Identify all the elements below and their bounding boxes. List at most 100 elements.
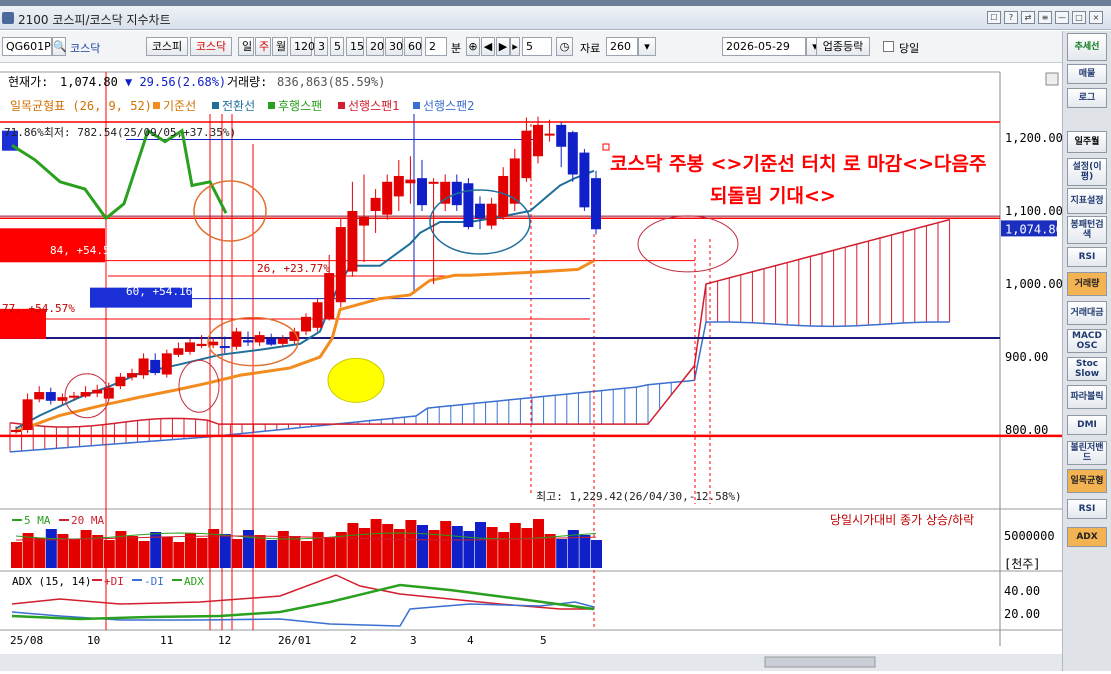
candle-body [69, 395, 79, 398]
volume-bar [509, 523, 521, 568]
horizontal-scrollbar[interactable] [0, 654, 1062, 671]
volume-bar [11, 542, 22, 568]
macd-button[interactable]: MACD OSC [1067, 329, 1107, 353]
box-60-label: 60, +54.16% [126, 285, 199, 298]
chart-svg[interactable]: 현재가: 1,074.80 ▼ 29.56(2.68%) 거래량: 836,86… [0, 64, 1063, 671]
time-label-1: 10 [87, 634, 100, 647]
parabolic-button[interactable]: 파라볼릭 [1067, 385, 1107, 409]
title-bar: 2100 코스피/코스닥 지수차트 ☐ ? ⇄ ≡ — □ × [0, 6, 1111, 30]
chart-window: 2100 코스피/코스닥 지수차트 ☐ ? ⇄ ≡ — □ × QG601P 🔍… [0, 0, 1111, 671]
same-day-checkbox[interactable] [883, 41, 894, 52]
adx-button[interactable]: ADX [1067, 527, 1107, 547]
period-60-button[interactable]: 60 [404, 37, 422, 56]
link-icon[interactable]: ⇄ [1021, 11, 1035, 24]
next-icon[interactable]: ▸ [510, 37, 520, 56]
period-select-button[interactable]: 일주월 [1067, 131, 1107, 153]
legend-lead2-swatch [413, 102, 420, 109]
legend-adx2: ADX [184, 575, 204, 588]
candle-body [196, 343, 207, 347]
kospi-button[interactable]: 코스피 [146, 37, 188, 56]
rsi-button[interactable]: RSI [1067, 247, 1107, 267]
prev-icon[interactable]: ◀ [481, 37, 495, 56]
code-input[interactable]: QG601P [2, 37, 52, 56]
volume-bar [301, 541, 312, 568]
volume-indicator-button[interactable]: 거래량 [1067, 272, 1107, 296]
sector-button[interactable]: 업종등락 [816, 37, 870, 56]
ichimoku-button[interactable]: 일목균형 [1067, 469, 1107, 493]
volume-bar [219, 534, 231, 568]
data-count-input[interactable]: 260 [606, 37, 638, 56]
volume-bar [417, 525, 428, 568]
pattern-search-button[interactable]: 봉패턴검색 [1067, 216, 1107, 244]
close-icon[interactable]: × [1089, 11, 1103, 24]
candle-body [92, 389, 103, 394]
step-input[interactable]: 5 [522, 37, 552, 56]
legend-ma5: 5 MA [24, 514, 51, 527]
legend-base-swatch [153, 102, 160, 109]
candle-body [277, 338, 288, 344]
period-30-button[interactable]: 30 [385, 37, 403, 56]
play-icon[interactable]: ▶ [496, 37, 510, 56]
period-day-button[interactable]: 일 [238, 37, 254, 56]
minimize-icon[interactable]: — [1055, 11, 1069, 24]
adx-tick-40: 40.00 [1004, 584, 1040, 598]
bollinger-button[interactable]: 볼린저밴드 [1067, 441, 1107, 465]
log-button[interactable]: 로그 [1067, 88, 1107, 108]
legend-mdi: -DI [144, 575, 164, 588]
time-label-5: 2 [350, 634, 357, 647]
clock-icon[interactable]: ◷ [556, 37, 573, 56]
minute-input[interactable]: 2 [425, 37, 447, 56]
volume-bar [289, 536, 301, 568]
candle-body [161, 353, 172, 375]
candle-body [11, 430, 21, 432]
chevron-down-icon[interactable]: ▾ [638, 37, 656, 56]
time-label-0: 25/08 [10, 634, 43, 647]
candle-body [266, 338, 277, 345]
legend-adx: ADX (15, 14) [12, 575, 91, 588]
supply-button[interactable]: 매물 [1067, 64, 1107, 84]
chart-area[interactable]: 현재가: 1,074.80 ▼ 29.56(2.68%) 거래량: 836,86… [0, 64, 1063, 671]
period-5-button[interactable]: 5 [330, 37, 344, 56]
price-value: 1,074.80 [60, 75, 118, 89]
indicator-settings-button[interactable]: 지표설정 [1067, 188, 1107, 214]
volume-bar [69, 539, 80, 568]
ma-settings-button[interactable]: 설정(이평) [1067, 158, 1107, 186]
period-120-button[interactable]: 120 [290, 37, 315, 56]
price-tick-800: 800.00 [1005, 423, 1048, 437]
scrollbar-thumb[interactable] [764, 656, 876, 668]
date-input[interactable]: 2026-05-29 [722, 37, 806, 56]
window-buttons: ☐ ? ⇄ ≡ — □ × [987, 11, 1103, 24]
period-20-button[interactable]: 20 [366, 37, 384, 56]
volume-axis-value: 5000000 [1004, 529, 1055, 543]
candle-body [208, 341, 219, 346]
expand-icon[interactable] [1045, 72, 1059, 86]
label-26: 26, +23.77% [257, 262, 330, 275]
dmi-button[interactable]: DMI [1067, 415, 1107, 435]
menu-icon[interactable]: ≡ [1038, 11, 1052, 24]
search-icon[interactable]: 🔍 [52, 37, 67, 56]
candle-body [382, 181, 393, 215]
kosdaq-button[interactable]: 코스닥 [190, 37, 232, 56]
low-annotation: 71.86%최저: 782.54(25/09/05,+37.35%) [4, 126, 236, 139]
period-3-button[interactable]: 3 [314, 37, 328, 56]
help-icon[interactable]: ? [1004, 11, 1018, 24]
trendline-button[interactable]: 추세선 [1067, 33, 1107, 61]
stochastic-button[interactable]: Stoc Slow [1067, 357, 1107, 381]
period-15-button[interactable]: 15 [346, 37, 364, 56]
candle-body [219, 346, 230, 349]
volume-bar [185, 533, 196, 568]
time-label-8: 5 [540, 634, 547, 647]
maximize-icon[interactable]: □ [1072, 11, 1086, 24]
volume-bar [428, 530, 440, 568]
candle-body [486, 203, 497, 226]
restore-icon[interactable]: ☐ [987, 11, 1001, 24]
period-week-button[interactable]: 주 [255, 37, 271, 56]
candle-body [567, 132, 578, 175]
zoom-icon[interactable]: ⊕ [466, 37, 480, 56]
rsi-button-2[interactable]: RSI [1067, 499, 1107, 519]
trade-value-button[interactable]: 거래대금 [1067, 301, 1107, 325]
volume-title: 당일시가대비 종가 상승/하락 [830, 513, 974, 527]
period-month-button[interactable]: 월 [272, 37, 288, 56]
candle-body [22, 399, 33, 430]
volume-bar [45, 529, 57, 568]
